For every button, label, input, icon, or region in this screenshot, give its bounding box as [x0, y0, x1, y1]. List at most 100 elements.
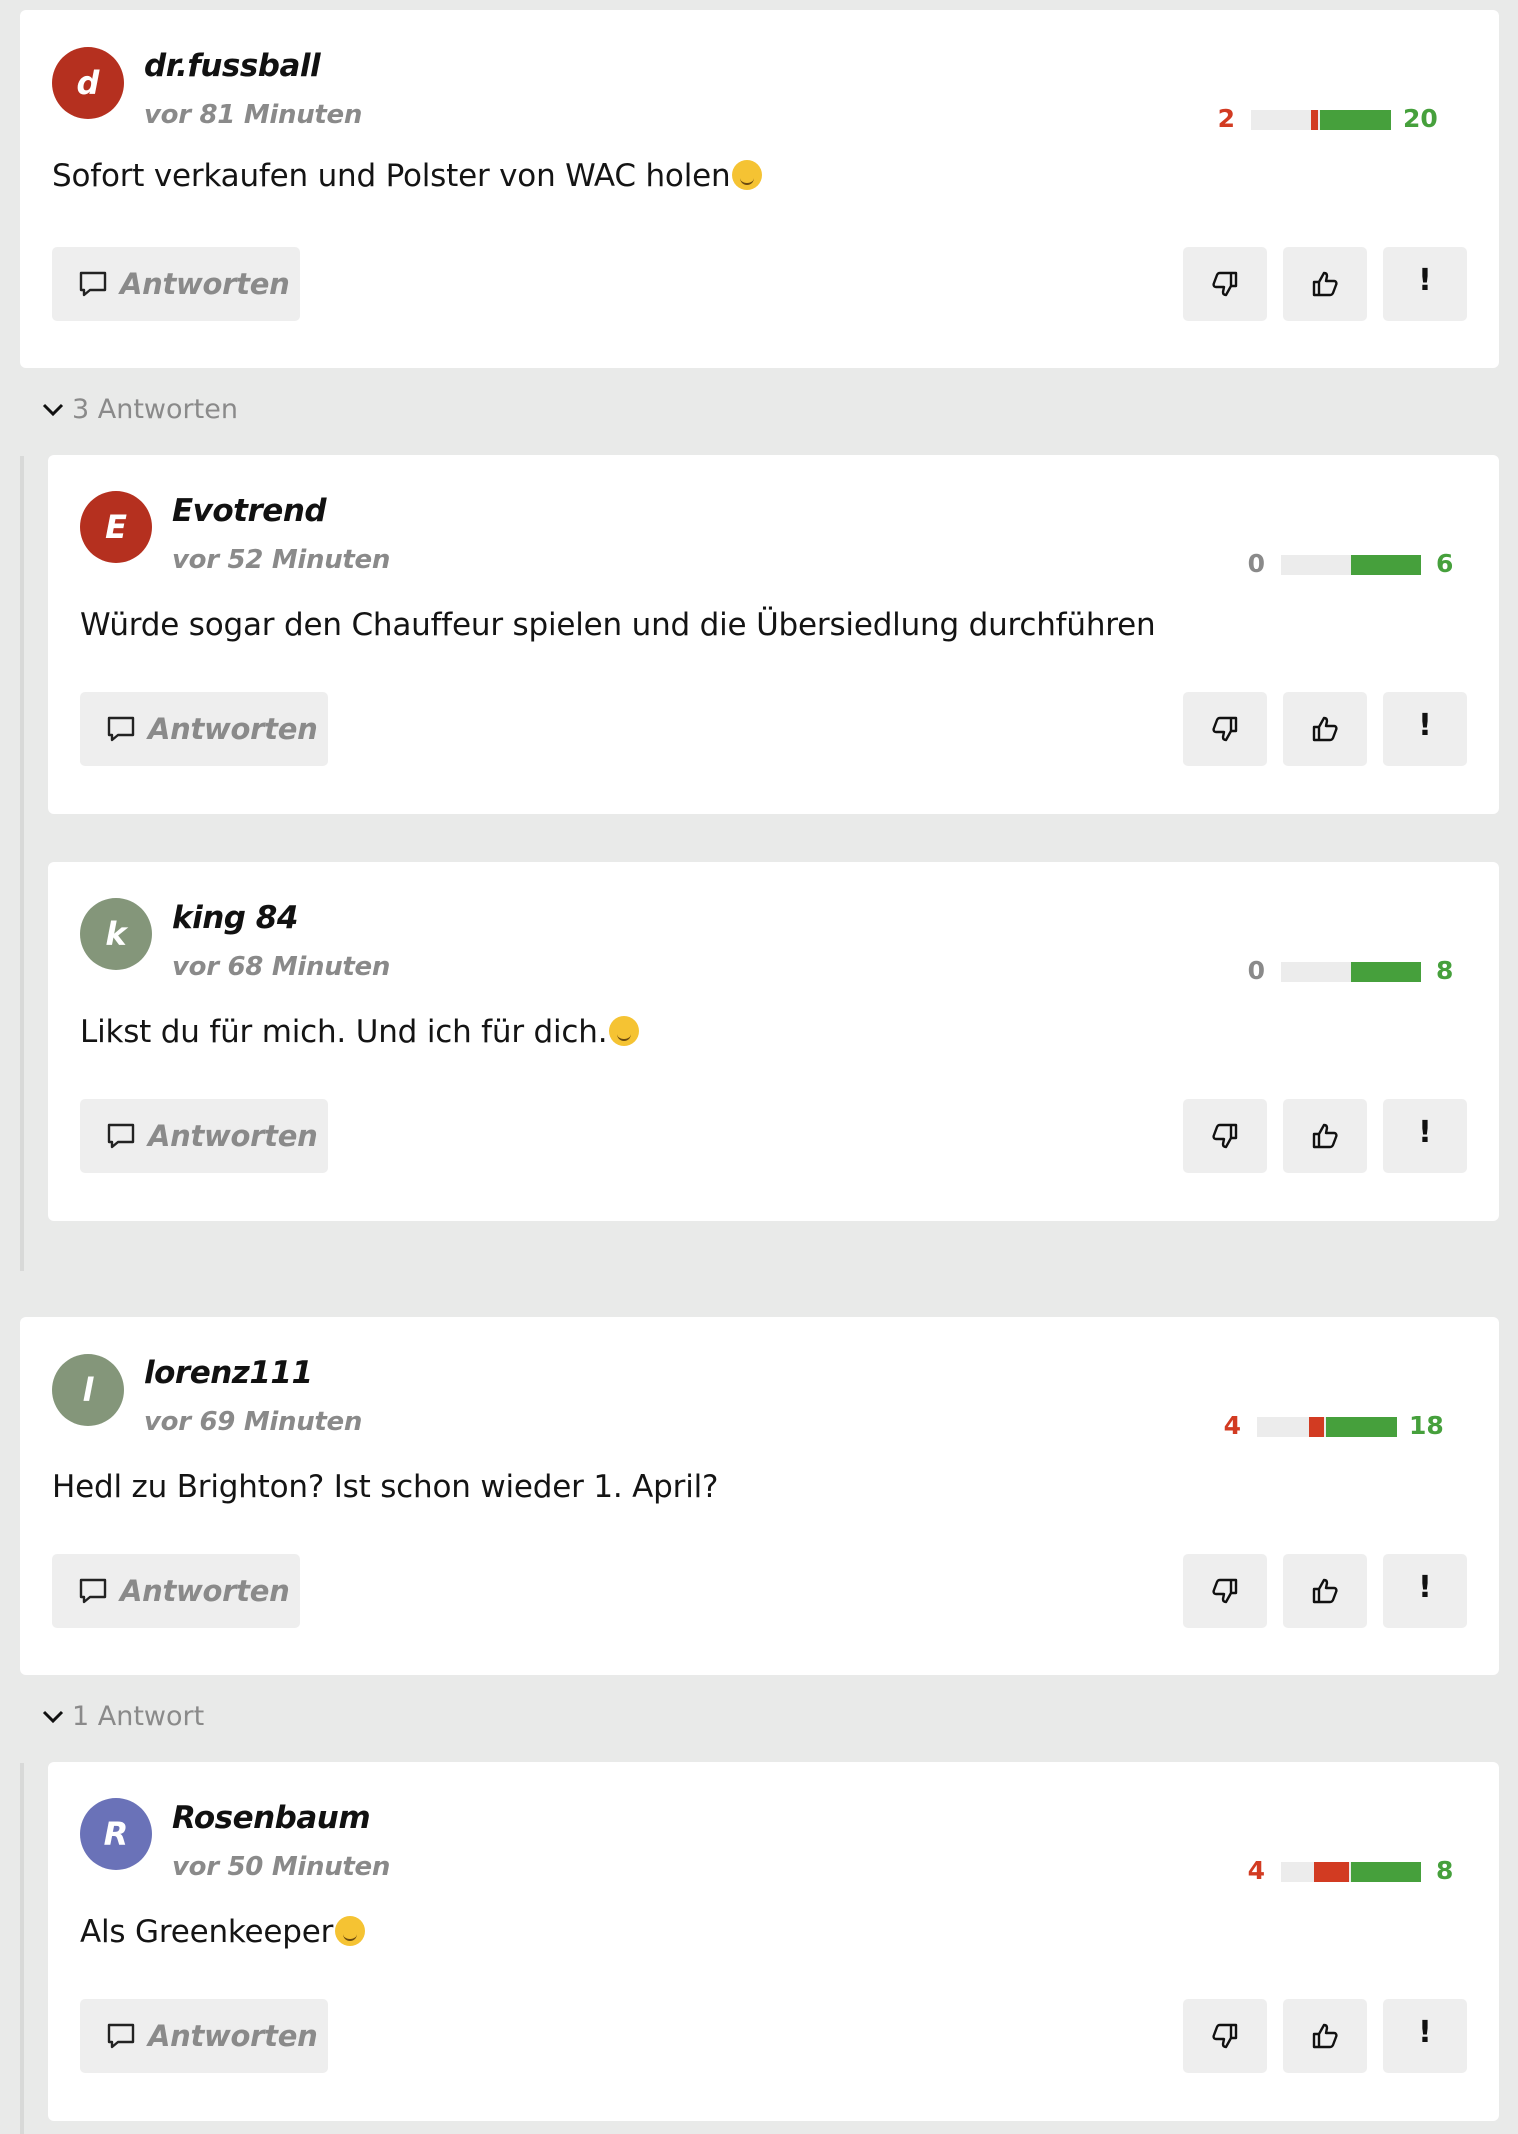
report-button[interactable]: !	[1383, 1099, 1467, 1173]
exclamation-icon: !	[1418, 2014, 1432, 2050]
vote-rating: 2 20	[1205, 104, 1475, 134]
vote-bar	[1281, 962, 1421, 982]
chevron-down-icon	[42, 403, 64, 416]
dislike-button[interactable]	[1183, 1999, 1267, 2073]
exclamation-icon: !	[1418, 707, 1432, 743]
reply-label: Antworten	[148, 712, 318, 746]
thumbs-up-icon	[1312, 1578, 1338, 1604]
downvote-count: 0	[1247, 956, 1265, 985]
avatar[interactable]: l	[52, 1354, 124, 1426]
report-button[interactable]: !	[1383, 1999, 1467, 2073]
reply-button[interactable]: Antworten	[80, 1999, 328, 2073]
thumbs-down-icon	[1212, 716, 1238, 742]
avatar[interactable]: d	[52, 47, 124, 119]
dislike-button[interactable]	[1183, 1554, 1267, 1628]
like-button[interactable]	[1283, 692, 1367, 766]
timestamp: vor 68 Minuten	[172, 952, 391, 982]
avatar[interactable]: k	[80, 898, 152, 970]
replies-count: 3 Antworten	[72, 394, 238, 425]
timestamp: vor 50 Minuten	[172, 1852, 391, 1882]
downvote-count: 4	[1247, 1856, 1265, 1885]
reply-card: R Rosenbaum vor 50 Minuten 4 8 Als Green…	[48, 1762, 1499, 2121]
reply-label: Antworten	[148, 2019, 318, 2053]
thumbs-up-icon	[1312, 716, 1338, 742]
username[interactable]: Rosenbaum	[172, 1800, 371, 1836]
username[interactable]: dr.fussball	[144, 48, 321, 84]
reply-button[interactable]: Antworten	[80, 692, 328, 766]
replies-count: 1 Antwort	[72, 1701, 205, 1732]
vote-bar	[1281, 1862, 1421, 1882]
comment-text: Würde sogar den Chauffeur spielen und di…	[80, 607, 1156, 643]
like-button[interactable]	[1283, 1554, 1367, 1628]
username[interactable]: lorenz111	[144, 1355, 313, 1391]
reply-card: k king 84 vor 68 Minuten 0 8 Likst du fü…	[48, 862, 1499, 1221]
dislike-button[interactable]	[1183, 247, 1267, 321]
vote-bar	[1281, 555, 1421, 575]
downvote-count: 2	[1217, 104, 1235, 133]
report-button[interactable]: !	[1383, 1554, 1467, 1628]
comment-text: Hedl zu Brighton? Ist schon wieder 1. Ap…	[52, 1469, 719, 1505]
vote-rating: 0 6	[1243, 549, 1483, 579]
thumbs-up-icon	[1312, 1123, 1338, 1149]
speech-bubble-icon	[79, 1578, 107, 1604]
thumbs-down-icon	[1212, 271, 1238, 297]
timestamp: vor 81 Minuten	[144, 100, 363, 130]
comment-card: l lorenz111 vor 69 Minuten 4 18 Hedl zu …	[20, 1317, 1499, 1675]
like-button[interactable]	[1283, 1999, 1367, 2073]
comment-text: Sofort verkaufen und Polster von WAC hol…	[52, 158, 763, 194]
upvote-count: 8	[1436, 956, 1454, 985]
replies-toggle[interactable]: 1 Antwort	[42, 1701, 204, 1732]
thumbs-down-icon	[1212, 2023, 1238, 2049]
exclamation-icon: !	[1418, 1569, 1432, 1605]
timestamp: vor 52 Minuten	[172, 545, 391, 575]
downvote-count: 4	[1223, 1411, 1241, 1440]
username[interactable]: Evotrend	[172, 493, 327, 529]
timestamp: vor 69 Minuten	[144, 1407, 363, 1437]
like-button[interactable]	[1283, 247, 1367, 321]
vote-rating: 4 18	[1205, 1411, 1475, 1441]
exclamation-icon: !	[1418, 1114, 1432, 1150]
comment-text: Als Greenkeeper	[80, 1914, 366, 1950]
avatar[interactable]: R	[80, 1798, 152, 1870]
slightly-smiling-face-icon	[732, 160, 763, 190]
report-button[interactable]: !	[1383, 247, 1467, 321]
replies-toggle[interactable]: 3 Antworten	[42, 394, 238, 425]
like-button[interactable]	[1283, 1099, 1367, 1173]
thumbs-down-icon	[1212, 1578, 1238, 1604]
reply-button[interactable]: Antworten	[80, 1099, 328, 1173]
downvote-count: 0	[1247, 549, 1265, 578]
report-button[interactable]: !	[1383, 692, 1467, 766]
speech-bubble-icon	[79, 271, 107, 297]
reply-card: E Evotrend vor 52 Minuten 0 6 Würde soga…	[48, 455, 1499, 814]
upvote-count: 6	[1436, 549, 1454, 578]
upvote-count: 20	[1403, 104, 1438, 133]
comment-text: Likst du für mich. Und ich für dich.	[80, 1014, 640, 1050]
dislike-button[interactable]	[1183, 692, 1267, 766]
thread-line	[20, 1763, 24, 2134]
upvote-count: 18	[1409, 1411, 1444, 1440]
vote-rating: 4 8	[1243, 1856, 1483, 1886]
thread-line	[20, 456, 24, 1271]
thumbs-down-icon	[1212, 1123, 1238, 1149]
vote-bar	[1257, 1417, 1397, 1437]
reply-label: Antworten	[120, 267, 290, 301]
comment-card: d dr.fussball vor 81 Minuten 2 20 Sofort…	[20, 10, 1499, 368]
exclamation-icon: !	[1418, 262, 1432, 298]
avatar[interactable]: E	[80, 491, 152, 563]
chevron-down-icon	[42, 1710, 64, 1723]
speech-bubble-icon	[107, 716, 135, 742]
thumbs-up-icon	[1312, 271, 1338, 297]
dislike-button[interactable]	[1183, 1099, 1267, 1173]
reply-label: Antworten	[148, 1119, 318, 1153]
reply-button[interactable]: Antworten	[52, 247, 300, 321]
speech-bubble-icon	[107, 1123, 135, 1149]
speech-bubble-icon	[107, 2023, 135, 2049]
grinning-sweat-face-icon	[335, 1916, 366, 1946]
thumbs-up-icon	[1312, 2023, 1338, 2049]
kissing-face-icon	[609, 1016, 640, 1046]
vote-rating: 0 8	[1243, 956, 1483, 986]
username[interactable]: king 84	[172, 900, 298, 936]
reply-button[interactable]: Antworten	[52, 1554, 300, 1628]
reply-label: Antworten	[120, 1574, 290, 1608]
upvote-count: 8	[1436, 1856, 1454, 1885]
